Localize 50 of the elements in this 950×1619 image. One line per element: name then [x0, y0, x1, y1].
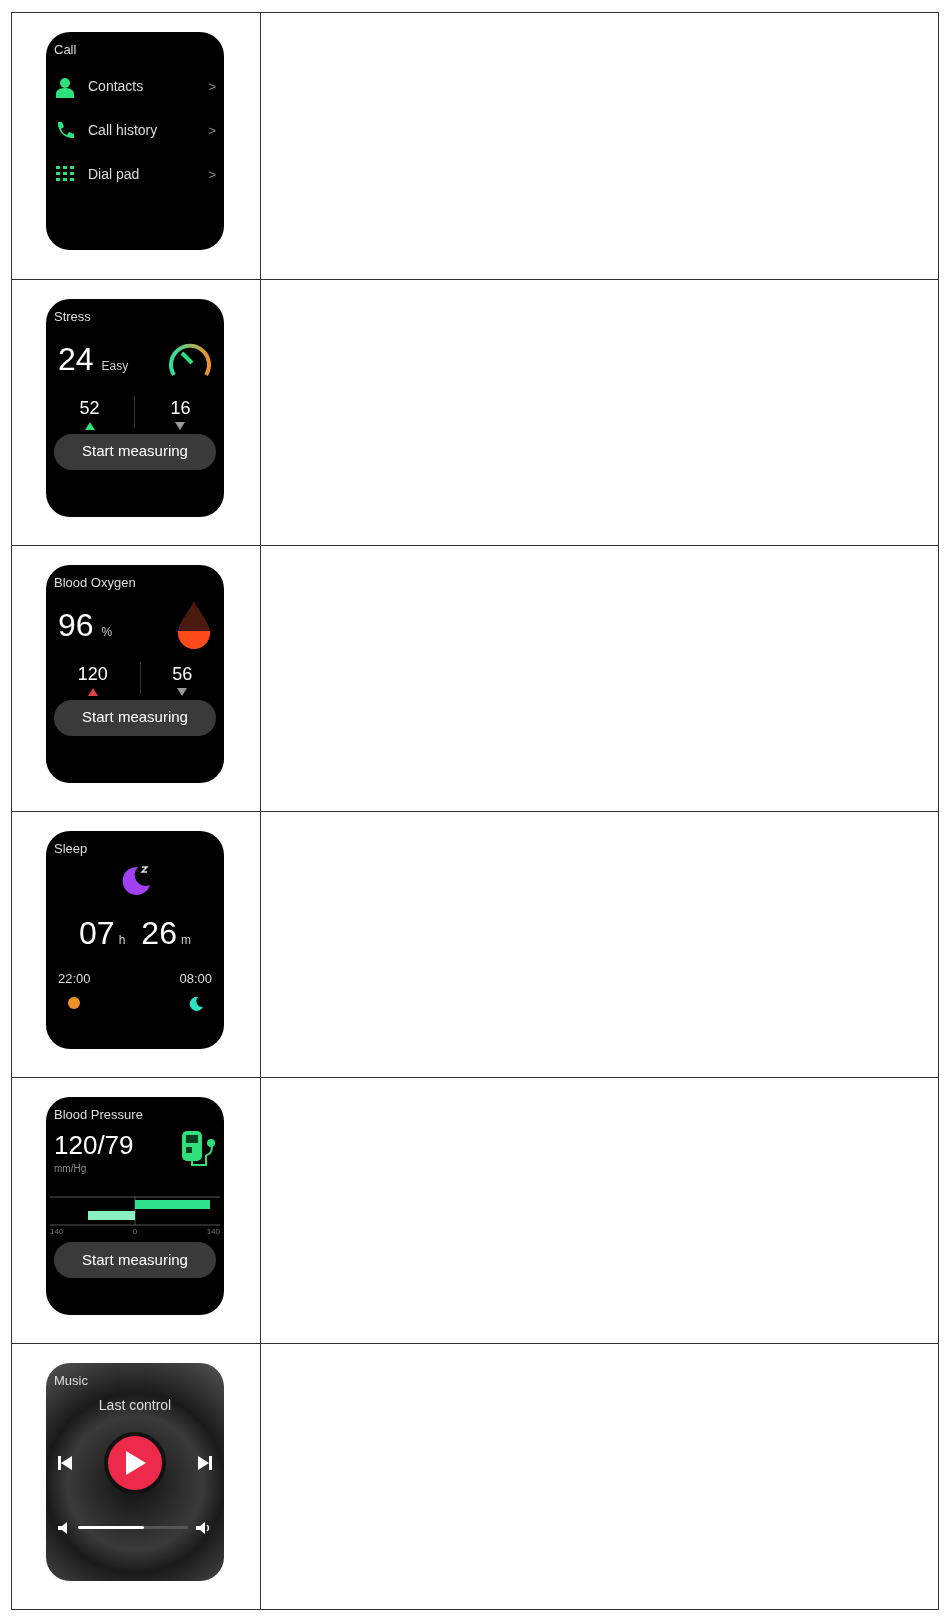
menu-item-label[interactable]: Contacts — [88, 76, 197, 97]
hours-unit: h — [118, 931, 126, 949]
start-measuring-button[interactable]: Start measuring — [54, 1242, 216, 1278]
start-measuring-button[interactable]: Start measuring — [54, 433, 216, 470]
play-icon — [124, 1450, 146, 1475]
volume-up-icon[interactable] — [196, 1521, 212, 1534]
up-triangle-icon — [87, 687, 98, 696]
menu-item-label[interactable]: Dial pad — [88, 164, 197, 185]
up-triangle-icon — [84, 421, 95, 430]
chevron: > — [208, 165, 216, 184]
status-text: Last control — [98, 1395, 172, 1415]
start-measuring-button[interactable]: Start measuring — [54, 699, 216, 736]
axis-label: 0 — [132, 1226, 138, 1238]
bedtime: 22:00 — [58, 969, 91, 988]
chevron: > — [208, 77, 216, 96]
blood-pressure-monitor-icon — [180, 1128, 216, 1169]
max-value: 120 — [77, 662, 108, 686]
min-value: 16 — [170, 396, 191, 420]
chevron: > — [208, 121, 216, 140]
screen-title: Sleep — [53, 840, 89, 858]
down-triangle-icon — [177, 687, 188, 696]
down-triangle-icon — [175, 421, 186, 430]
max-value: 52 — [79, 396, 100, 420]
minutes-unit: m — [180, 931, 191, 949]
reading-unit: Easy — [101, 357, 129, 375]
drop-icon — [176, 600, 212, 649]
axis-label: 140 — [206, 1226, 220, 1238]
minutes-value: 26 — [141, 913, 177, 953]
reading-value: 24 — [58, 339, 94, 379]
min-value: 56 — [172, 662, 193, 686]
volume-down-icon[interactable] — [58, 1521, 70, 1534]
next-icon[interactable] — [198, 1455, 212, 1470]
screen-title: Stress — [53, 308, 92, 326]
screen-title: Music — [53, 1372, 89, 1390]
reading-unit: mm/Hg — [54, 1162, 88, 1176]
previous-icon[interactable] — [58, 1455, 72, 1470]
screen-title: Call — [53, 41, 78, 59]
person-icon — [54, 75, 76, 98]
moon-icon — [187, 996, 204, 1012]
axis-label: 140 — [50, 1226, 64, 1238]
sun-icon — [67, 996, 82, 1010]
reading-unit: % — [101, 623, 113, 641]
volume-slider[interactable] — [78, 1526, 188, 1529]
hours-value: 07 — [79, 913, 115, 953]
wake-time: 08:00 — [179, 969, 212, 988]
screen-title: Blood Oxygen — [53, 574, 137, 592]
menu-item-label[interactable]: Call history — [88, 120, 197, 141]
screen-title: Blood Pressure — [53, 1106, 144, 1124]
reading-value: 96 — [58, 605, 94, 645]
reading-value: 120/79 — [54, 1128, 134, 1161]
